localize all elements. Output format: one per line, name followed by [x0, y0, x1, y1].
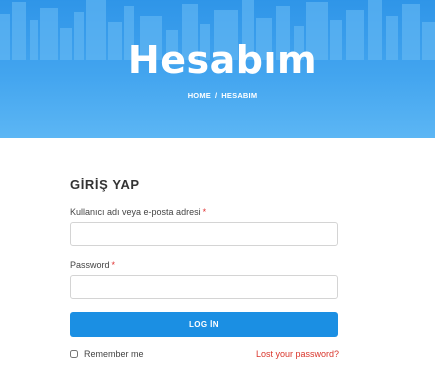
- required-marker: *: [202, 207, 207, 217]
- password-label-text: Password: [70, 260, 110, 270]
- login-button[interactable]: LOG İN: [70, 312, 338, 337]
- remember-me-label: Remember me: [84, 349, 144, 359]
- required-marker: *: [111, 260, 116, 270]
- lost-password-link[interactable]: Lost your password?: [256, 349, 339, 359]
- breadcrumb-home-link[interactable]: HOME: [188, 91, 211, 100]
- password-label: Password *: [70, 260, 115, 270]
- remember-me-option[interactable]: Remember me: [70, 349, 144, 359]
- page-title: Hesabım: [127, 38, 318, 82]
- username-label-text: Kullanıcı adı veya e-posta adresi: [70, 207, 201, 217]
- login-form-title: GİRİŞ YAP: [70, 177, 140, 192]
- page-hero: Hesabım HOME / HESABIM: [0, 0, 435, 138]
- breadcrumb-current: HESABIM: [221, 91, 258, 100]
- password-input[interactable]: [70, 275, 338, 299]
- breadcrumb-separator: /: [215, 91, 218, 100]
- username-input[interactable]: [70, 222, 338, 246]
- remember-me-checkbox[interactable]: [70, 350, 78, 358]
- breadcrumb: HOME / HESABIM: [0, 91, 435, 100]
- username-label: Kullanıcı adı veya e-posta adresi *: [70, 207, 206, 217]
